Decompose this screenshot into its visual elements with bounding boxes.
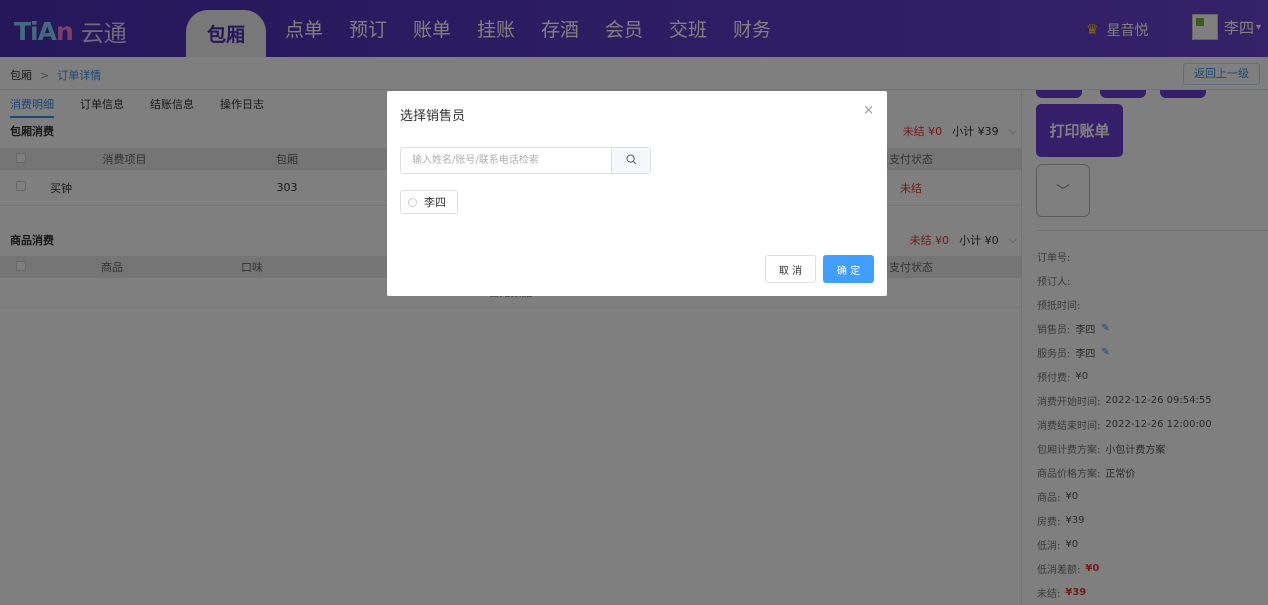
search-button[interactable] [611,148,650,173]
search-icon [625,153,637,168]
salesperson-option[interactable]: 李四 [400,190,458,214]
option-label: 李四 [424,196,446,209]
close-icon[interactable]: × [863,103,874,118]
search-box [400,147,651,174]
cancel-button[interactable]: 取 消 [765,255,816,283]
radio-button[interactable] [408,197,417,207]
select-salesperson-dialog: 选择销售员 × 李四 取 消 确 定 [387,91,887,296]
dialog-title: 选择销售员 [400,109,466,124]
confirm-button[interactable]: 确 定 [823,255,874,283]
search-input[interactable] [401,148,611,173]
